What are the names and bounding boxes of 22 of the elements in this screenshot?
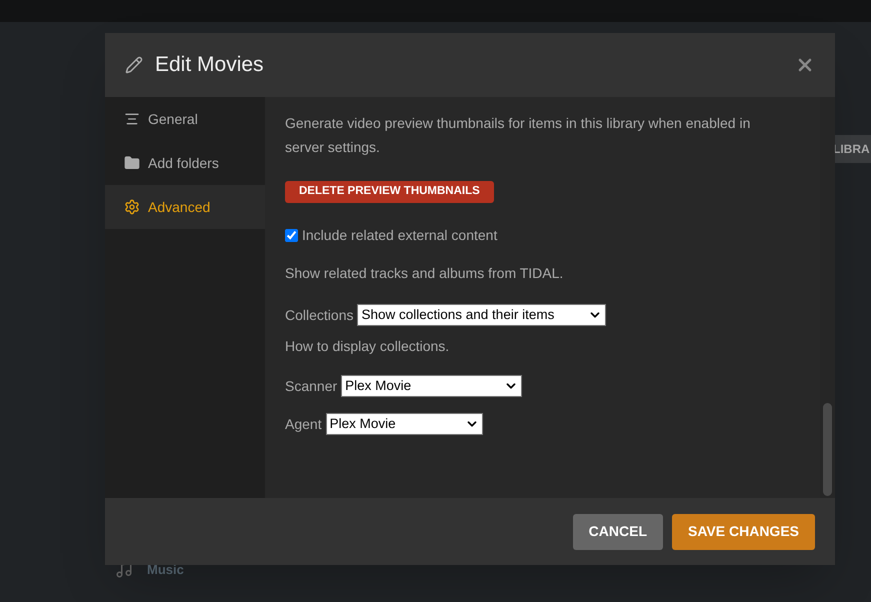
pencil-icon (125, 56, 143, 74)
cancel-button[interactable]: CANCEL (572, 514, 664, 550)
sidebar-tab[interactable]: General (105, 97, 265, 141)
sidebar-tab[interactable]: Advanced (105, 185, 265, 229)
checkbox-label: Include related external content (302, 226, 498, 245)
select-label: Agent (285, 414, 322, 434)
dropdown-select[interactable]: Plex Movie (341, 375, 522, 397)
gear-icon (124, 199, 140, 215)
external-content-checkbox[interactable] (285, 229, 298, 242)
folder-icon (124, 155, 140, 171)
scrollbar[interactable] (820, 97, 835, 498)
dialog-title: Edit Movies (155, 52, 264, 78)
dropdown-select[interactable]: Show collections and their items (357, 304, 606, 326)
thumbnails-help: Generate video preview thumbnails for items in this library when enabled in server settings. (285, 114, 752, 157)
lines-icon (124, 111, 140, 127)
dropdown-select[interactable]: Plex Movie (326, 413, 483, 435)
select-label: Scanner (285, 376, 338, 396)
sidebar-tab[interactable]: Add folders (105, 141, 265, 185)
select-help: How to display collections. (285, 337, 450, 356)
select-label: Collections (285, 306, 354, 324)
external-help: Show related tracks and albums from TIDAL. (285, 264, 564, 283)
delete-thumbnails-button[interactable]: DELETE PREVIEW THUMBNAILS (285, 181, 494, 203)
